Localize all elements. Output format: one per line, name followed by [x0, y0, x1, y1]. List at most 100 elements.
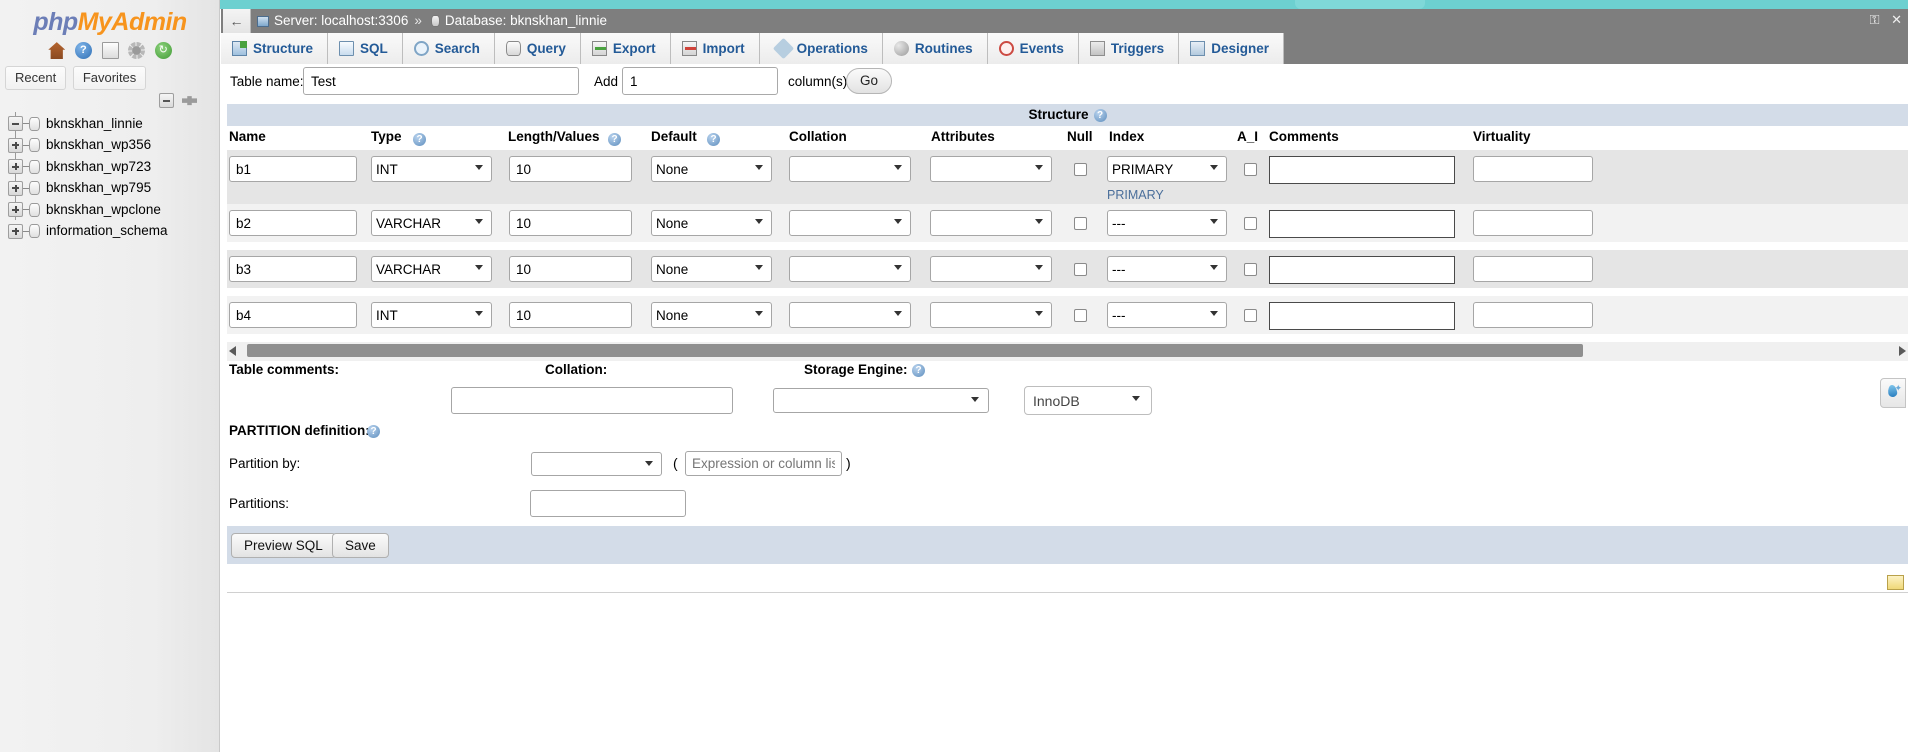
tab-events[interactable]: Events: [987, 33, 1079, 64]
column-auto-increment-checkbox[interactable]: [1244, 263, 1257, 276]
lock-icon[interactable]: ⚿: [1870, 12, 1880, 27]
expand-collapse-icon[interactable]: [8, 116, 23, 132]
column-collation-select[interactable]: [789, 302, 911, 328]
tab-favorites[interactable]: Favorites: [72, 66, 147, 90]
help-icon[interactable]: ?: [608, 133, 621, 146]
column-length-input[interactable]: [509, 302, 632, 328]
close-icon[interactable]: ✕: [1891, 12, 1902, 27]
help-icon[interactable]: ?: [912, 364, 925, 377]
column-collation-select[interactable]: [789, 156, 911, 182]
help-icon[interactable]: ?: [707, 133, 720, 146]
database-name[interactable]: bknskhan_wp356: [46, 134, 151, 156]
column-virtuality-input[interactable]: [1473, 302, 1593, 328]
expand-collapse-icon[interactable]: [8, 180, 23, 196]
column-comments-input[interactable]: [1269, 156, 1455, 184]
column-default-select[interactable]: None: [651, 302, 772, 328]
help-icon[interactable]: ?: [74, 42, 92, 60]
scrollbar-thumb[interactable]: [247, 344, 1583, 357]
column-collation-select[interactable]: [789, 210, 911, 236]
partition-by-select[interactable]: [531, 452, 662, 476]
column-collation-select[interactable]: [789, 256, 911, 282]
partition-expression-input[interactable]: [685, 451, 842, 476]
column-comments-input[interactable]: [1269, 210, 1455, 238]
column-attributes-select[interactable]: [930, 210, 1052, 236]
save-button[interactable]: Save: [332, 533, 389, 558]
tab-structure[interactable]: Structure: [221, 33, 329, 64]
column-comments-input[interactable]: [1269, 302, 1455, 330]
console-bar-widget[interactable]: [1887, 575, 1904, 590]
add-columns-input[interactable]: [622, 67, 778, 95]
column-comments-input[interactable]: [1269, 256, 1455, 284]
preview-sql-button[interactable]: Preview SQL: [231, 533, 336, 558]
storage-engine-select[interactable]: InnoDB: [1024, 386, 1152, 415]
column-null-checkbox[interactable]: [1074, 217, 1087, 230]
column-length-input[interactable]: [509, 256, 632, 282]
column-auto-increment-checkbox[interactable]: [1244, 217, 1257, 230]
database-name[interactable]: bknskhan_wpclone: [46, 199, 161, 221]
tab-designer[interactable]: Designer: [1179, 33, 1284, 64]
column-type-select[interactable]: VARCHAR: [371, 256, 492, 282]
column-type-select[interactable]: INT: [371, 302, 492, 328]
expand-collapse-icon[interactable]: [8, 202, 23, 218]
tab-query[interactable]: Query: [494, 33, 581, 64]
expand-collapse-icon[interactable]: [8, 223, 23, 239]
breadcrumb-database[interactable]: Database: bknskhan_linnie: [445, 13, 607, 28]
column-null-checkbox[interactable]: [1074, 263, 1087, 276]
console-toggle-widget[interactable]: ✦: [1880, 378, 1906, 408]
column-length-input[interactable]: [509, 210, 632, 236]
column-null-checkbox[interactable]: [1074, 309, 1087, 322]
link-with-main-panel-icon[interactable]: [182, 96, 197, 106]
column-name-input[interactable]: [229, 302, 357, 328]
tab-search[interactable]: Search: [402, 33, 495, 64]
column-name-input[interactable]: [229, 210, 357, 236]
column-default-select[interactable]: None: [651, 256, 772, 282]
tab-recent[interactable]: Recent: [5, 66, 67, 90]
horizontal-scrollbar[interactable]: [227, 342, 1908, 361]
help-icon[interactable]: ?: [413, 133, 426, 146]
tab-operations[interactable]: Operations: [759, 33, 883, 64]
column-attributes-select[interactable]: [930, 256, 1052, 282]
list-item[interactable]: bknskhan_wp356: [4, 133, 220, 156]
column-index-select[interactable]: ---: [1107, 302, 1227, 328]
docs-icon[interactable]: [101, 42, 119, 60]
column-default-select[interactable]: None: [651, 156, 772, 182]
help-icon[interactable]: ?: [367, 425, 380, 438]
list-item[interactable]: bknskhan_wp795: [4, 176, 220, 199]
refresh-icon[interactable]: ↻: [154, 42, 172, 60]
go-button[interactable]: Go: [846, 68, 893, 94]
back-button[interactable]: ←: [223, 9, 251, 33]
expand-collapse-icon[interactable]: [8, 137, 23, 153]
column-virtuality-input[interactable]: [1473, 210, 1593, 236]
column-length-input[interactable]: [509, 156, 632, 182]
column-type-select[interactable]: VARCHAR: [371, 210, 492, 236]
column-null-checkbox[interactable]: [1074, 163, 1087, 176]
settings-icon[interactable]: [128, 42, 146, 60]
partitions-input[interactable]: [530, 490, 686, 517]
database-name[interactable]: bknskhan_wp723: [46, 156, 151, 178]
database-name[interactable]: bknskhan_linnie: [46, 113, 143, 135]
column-virtuality-input[interactable]: [1473, 256, 1593, 282]
scroll-right-icon[interactable]: [1899, 346, 1906, 356]
scroll-left-icon[interactable]: [229, 346, 236, 356]
table-collation-select[interactable]: [773, 388, 989, 413]
column-name-input[interactable]: [229, 156, 357, 182]
table-name-input[interactable]: [303, 67, 579, 95]
tab-triggers[interactable]: Triggers: [1078, 33, 1180, 64]
column-default-select[interactable]: None: [651, 210, 772, 236]
list-item[interactable]: bknskhan_linnie: [4, 112, 220, 134]
column-name-input[interactable]: [229, 256, 357, 282]
tab-export[interactable]: Export: [580, 33, 671, 64]
list-item[interactable]: bknskhan_wpclone: [4, 198, 220, 220]
column-type-select[interactable]: INT: [371, 156, 492, 182]
database-name[interactable]: bknskhan_wp795: [46, 177, 151, 199]
collapse-all-icon[interactable]: [159, 93, 175, 109]
column-index-select[interactable]: PRIMARY: [1107, 156, 1227, 182]
column-attributes-select[interactable]: [930, 156, 1052, 182]
table-comments-input[interactable]: [451, 387, 733, 414]
column-auto-increment-checkbox[interactable]: [1244, 163, 1257, 176]
list-item[interactable]: information_schema: [4, 220, 220, 242]
phpmyadmin-logo[interactable]: phpMyAdmin: [0, 8, 220, 37]
database-name[interactable]: information_schema: [46, 220, 168, 242]
expand-collapse-icon[interactable]: [8, 159, 23, 175]
home-icon[interactable]: [48, 42, 66, 60]
